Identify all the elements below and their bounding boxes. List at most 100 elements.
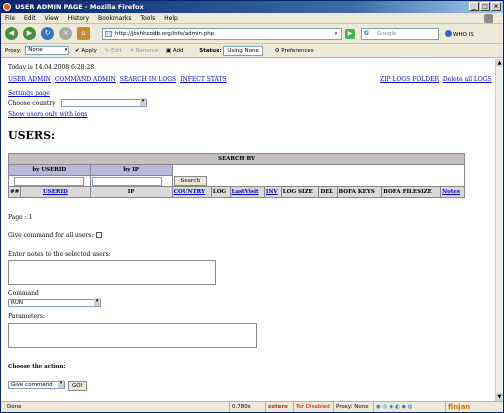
col-userid[interactable]: USERID — [43, 189, 68, 195]
country-select[interactable] — [61, 98, 147, 107]
remove-button[interactable]: ✕ Remove — [129, 48, 158, 54]
preferences-label: Preferences — [281, 48, 314, 54]
choose-country-label: Choose country — [8, 100, 56, 107]
give-all-row: Give command for all users: — [8, 232, 102, 239]
menu-file[interactable]: File — [5, 15, 15, 22]
delete-logs-link[interactable]: Delete all LOGS — [443, 76, 492, 83]
action-select[interactable]: Give command — [8, 380, 65, 389]
col-country[interactable]: COUNTRY — [174, 189, 205, 195]
page-number: Page : 1 — [8, 214, 33, 221]
extension-toolbar: Proxy: None ✔ Apply ✎ Edit ✕ Remove ▣ Ad… — [1, 44, 503, 58]
finjan-logo: finjan — [445, 402, 470, 412]
maximize-button[interactable]: □ — [480, 2, 490, 11]
add-button[interactable]: ▣ Add — [166, 48, 184, 54]
give-all-checkbox[interactable] — [95, 232, 102, 238]
col-log: LOG — [210, 186, 231, 198]
browser-window: USER ADMIN PAGE - Mozilla Firefox _ □ × … — [0, 0, 504, 413]
home-button[interactable]: ⌂ — [77, 27, 90, 40]
nav-command-admin[interactable]: COMMAND ADMIN — [55, 76, 116, 83]
scroll-up-icon[interactable]: ▲ — [496, 59, 503, 67]
menu-view[interactable]: View — [45, 15, 59, 22]
stop-button[interactable]: × — [59, 27, 72, 40]
proxy-select[interactable]: None — [25, 46, 70, 55]
page-content: Today is 14.04.2008 6:28:28 USER ADMIN C… — [1, 59, 503, 401]
col-ip: IP — [89, 186, 173, 198]
status-done: Done — [7, 404, 22, 410]
firefox-icon — [3, 3, 11, 11]
forward-button[interactable]: ▶ — [23, 27, 36, 40]
go-button[interactable]: GO! — [68, 381, 87, 391]
nav-search-in-logs[interactable]: SEARCH IN LOGS — [120, 76, 176, 83]
chevron-down-icon[interactable]: ▾ — [332, 30, 340, 38]
proxy-status[interactable]: Proxy: None — [333, 402, 369, 412]
col-inv[interactable]: INV — [266, 189, 278, 195]
go-button[interactable]: ▶ — [345, 29, 355, 39]
nav-user-admin[interactable]: USER ADMIN — [8, 76, 51, 83]
page-timing: 0.780s — [229, 402, 251, 412]
zotero-button[interactable]: zotero — [265, 402, 288, 412]
parameters-label: Parameters: — [8, 313, 45, 320]
col-notes[interactable]: Notes — [442, 189, 460, 195]
search-placeholder: Google — [377, 31, 397, 37]
tor-button[interactable]: Tor Disabled — [293, 402, 330, 412]
col-num: ## — [7, 186, 22, 198]
notes-label: Enter notes to the selected users: — [8, 251, 111, 258]
col-bofa-keys: BOFA KEYS — [336, 186, 383, 198]
notes-textarea[interactable] — [8, 260, 216, 285]
preferences-button[interactable]: ⚙ Preferences — [275, 48, 314, 54]
give-all-label: Give command for all users: — [8, 232, 94, 239]
menu-bookmarks[interactable]: Bookmarks — [98, 15, 132, 22]
nav-infect-stats[interactable]: INFECT STATS — [180, 76, 227, 83]
edit-button[interactable]: ✎ Edit — [105, 48, 122, 54]
top-nav-right: ZIP LOGS FOLDER Delete all LOGS — [380, 76, 494, 83]
whois-button[interactable]: WHO IS — [445, 30, 474, 38]
ip-search-input[interactable] — [91, 176, 162, 186]
whois-label: WHO IS — [453, 32, 474, 38]
menu-help[interactable]: Help — [164, 15, 178, 22]
proxy-label: Proxy: — [5, 48, 22, 54]
search-bar[interactable]: G Google — [361, 28, 439, 40]
col-del: DEL — [318, 186, 338, 198]
menu-edit[interactable]: Edit — [24, 15, 36, 22]
scroll-down-icon[interactable]: ▼ — [496, 393, 503, 401]
users-table: SEARCH BY by USERID by IP Search ## USER… — [7, 153, 466, 198]
navigation-toolbar: ◀ ▶ ↻ × ⌂ http://joshhcodb.org/info/admi… — [1, 24, 503, 44]
col-logsize: LOG SIZE — [280, 186, 320, 198]
command-label: Command — [8, 290, 39, 297]
status-value: Using None — [223, 46, 263, 56]
apply-label: Apply — [81, 48, 97, 54]
command-value: RUN — [11, 300, 23, 306]
col-bofa-filesize: BOFA FILESIZE — [381, 186, 442, 198]
throbber-icon — [484, 14, 493, 23]
menu-tools[interactable]: Tools — [140, 15, 155, 22]
command-select[interactable]: RUN — [8, 298, 101, 307]
globe-icon — [445, 30, 452, 37]
zip-logs-link[interactable]: ZIP LOGS FOLDER — [380, 76, 439, 83]
search-button[interactable]: Search — [173, 175, 208, 186]
userid-search-input[interactable] — [14, 176, 85, 186]
menu-history[interactable]: History — [68, 15, 89, 22]
status-bar: Done 0.780s zotero Tor Disabled Proxy: N… — [1, 401, 503, 412]
vertical-scrollbar[interactable]: ▲ ▼ — [495, 59, 503, 401]
title-bar: USER ADMIN PAGE - Mozilla Firefox _ □ × — [1, 1, 503, 13]
search-by-header: SEARCH BY — [8, 153, 465, 165]
status-label: Status: — [199, 48, 222, 54]
reload-button[interactable]: ↻ — [41, 27, 54, 40]
date-line: Today is 14.04.2008 6:28:28 — [8, 64, 95, 71]
addon-icons[interactable]: ◉ ◎ ◈ ◐ ◆ ◍ — [373, 402, 412, 412]
close-button[interactable]: × — [491, 2, 501, 11]
google-icon: G — [364, 30, 369, 37]
by-ip-header: by IP — [89, 164, 173, 176]
settings-link[interactable]: Settings page — [8, 90, 50, 97]
apply-button[interactable]: ✔ Apply — [75, 48, 97, 54]
col-lastvisit[interactable]: LastVisit — [232, 189, 259, 195]
window-title: USER ADMIN PAGE - Mozilla Firefox — [15, 3, 144, 11]
minimize-button[interactable]: _ — [469, 2, 479, 11]
page-icon — [105, 31, 112, 37]
proxy-value: None — [28, 47, 43, 53]
show-users-link[interactable]: Show users only with logs — [8, 111, 87, 118]
parameters-textarea[interactable] — [8, 323, 257, 348]
remove-label: Remove — [135, 48, 159, 54]
back-button[interactable]: ◀ — [5, 27, 18, 40]
url-bar[interactable]: http://joshhcodb.org/info/admin.php ▾ — [102, 28, 342, 40]
